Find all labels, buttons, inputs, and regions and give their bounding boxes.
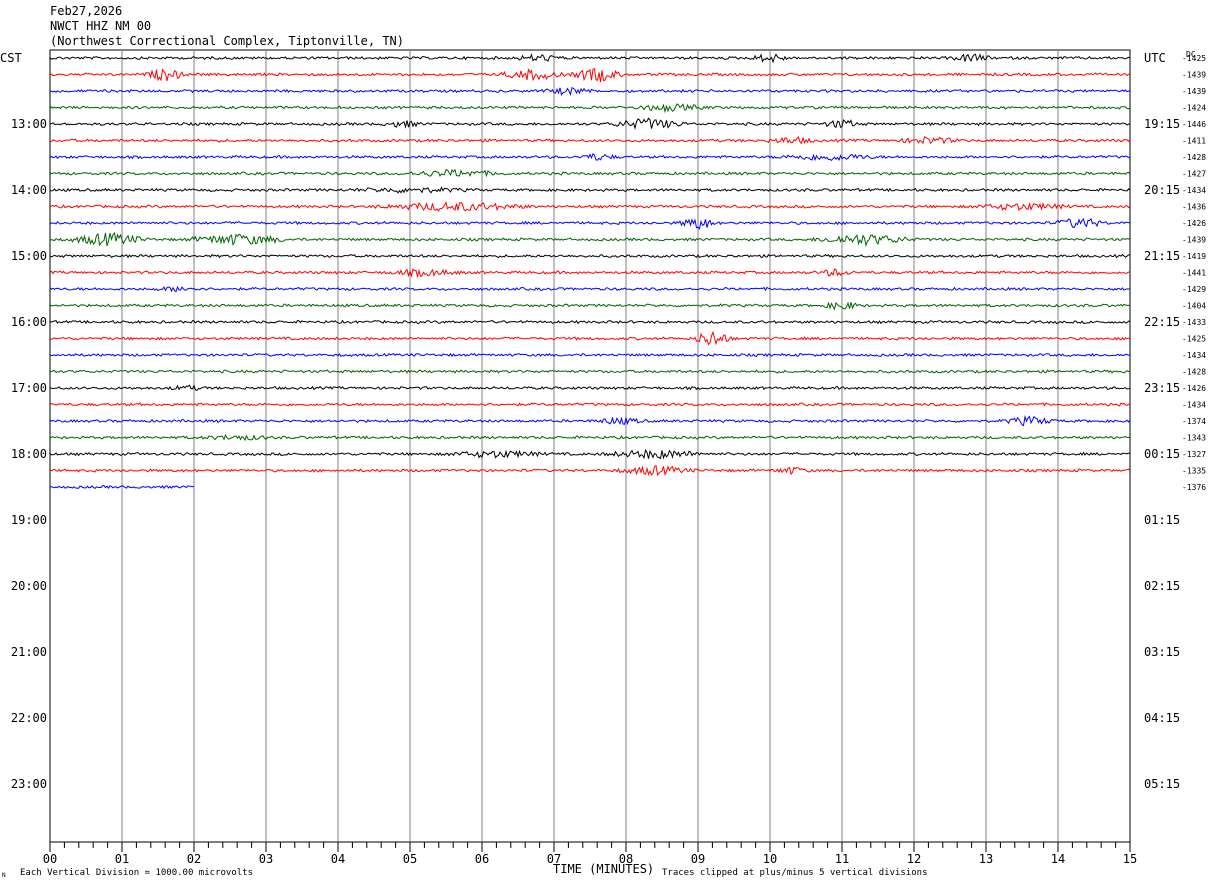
dc-offset-label: -1335 <box>1182 467 1206 476</box>
vertical-division-note: Each Vertical Division = 1000.00 microvo… <box>20 868 253 878</box>
trace-line <box>49 168 1131 178</box>
right-hour-label: 02:15 <box>1144 579 1180 593</box>
trace-line <box>49 217 1131 230</box>
trace-line <box>49 285 1131 293</box>
x-tick-label: 13 <box>979 852 993 866</box>
clip-note: Traces clipped at plus/minus 5 vertical … <box>662 868 928 878</box>
dc-offset-label: -1425 <box>1182 335 1206 344</box>
corner-mark: N <box>2 872 6 879</box>
trace-line <box>49 402 1131 407</box>
dc-offset-label: -1439 <box>1182 71 1206 80</box>
right-hour-label: 23:15 <box>1144 381 1180 395</box>
x-axis-title: TIME (MINUTES) <box>553 862 655 876</box>
dc-offset-label: -1439 <box>1182 87 1206 96</box>
trace-line <box>49 103 1131 114</box>
x-tick-label: 03 <box>259 852 273 866</box>
right-hour-label: 21:15 <box>1144 249 1180 263</box>
left-hour-label: 14:00 <box>11 183 47 197</box>
dc-offset-label: -1436 <box>1182 203 1206 212</box>
dc-offset-label: -1434 <box>1182 401 1206 410</box>
trace-line <box>49 68 1130 83</box>
dc-offset-label: -1428 <box>1182 368 1206 377</box>
trace-line <box>49 330 1130 346</box>
right-hour-label: 05:15 <box>1144 777 1180 791</box>
dc-offset-label: -1427 <box>1182 170 1206 179</box>
trace-line <box>49 117 1131 131</box>
right-hour-label: 22:15 <box>1144 315 1180 329</box>
right-hour-label: 03:15 <box>1144 645 1180 659</box>
right-zone-label: UTC <box>1144 51 1166 65</box>
right-hour-label: 20:15 <box>1144 183 1180 197</box>
left-hour-label: 16:00 <box>11 315 47 329</box>
x-tick-label: 06 <box>475 852 489 866</box>
trace-line <box>49 231 1131 248</box>
trace-line <box>49 433 1131 442</box>
trace-line <box>49 86 1131 96</box>
trace-line <box>49 319 1131 325</box>
trace-line <box>49 369 1131 374</box>
left-hour-label: 18:00 <box>11 447 47 461</box>
left-hour-label: 20:00 <box>11 579 47 593</box>
right-hour-label: 00:15 <box>1144 447 1180 461</box>
x-tick-label: 05 <box>403 852 417 866</box>
dc-offset-label: -1428 <box>1182 153 1206 162</box>
trace-line <box>49 200 1131 212</box>
dc-offset-label: -1429 <box>1182 285 1206 294</box>
trace-line <box>49 384 1131 391</box>
trace-line <box>49 186 1131 194</box>
trace-line <box>49 152 1131 162</box>
x-tick-label: 12 <box>907 852 921 866</box>
left-hour-label: 21:00 <box>11 645 47 659</box>
dc-offset-label: -1343 <box>1182 434 1206 443</box>
trace-line <box>49 448 1131 460</box>
left-hour-label: 22:00 <box>11 711 47 725</box>
trace-line <box>49 136 1131 145</box>
x-tick-label: 02 <box>187 852 201 866</box>
trace-line <box>49 268 1131 279</box>
trace-line <box>49 414 1131 427</box>
right-hour-label: 01:15 <box>1144 513 1180 527</box>
dc-offset-label: -1441 <box>1182 269 1206 278</box>
left-hour-label: 23:00 <box>11 777 47 791</box>
dc-offset-label: -1327 <box>1182 450 1206 459</box>
dc-offset-label: -1424 <box>1182 104 1206 113</box>
left-hour-label: 15:00 <box>11 249 47 263</box>
dc-offset-label: -1425 <box>1182 54 1206 63</box>
plot-frame <box>49 49 1131 843</box>
x-tick-label: 11 <box>835 852 849 866</box>
trace-line <box>49 253 1131 259</box>
dc-offset-label: -1419 <box>1182 252 1206 261</box>
right-hour-label: 04:15 <box>1144 711 1180 725</box>
x-tick-label: 04 <box>331 852 345 866</box>
dc-offset-label: -1446 <box>1182 120 1206 129</box>
right-hour-label: 19:15 <box>1144 117 1180 131</box>
dc-offset-label: -1434 <box>1182 186 1206 195</box>
x-tick-label: 01 <box>115 852 129 866</box>
dc-offset-label: -1434 <box>1182 351 1206 360</box>
helicorder-plot: 00 01 02 03 04 05 06 07 08 09 10 11 12 13 14 15CST13:00… <box>0 49 1206 866</box>
x-tick-label: 15 <box>1123 852 1137 866</box>
trace-line <box>49 53 1131 64</box>
left-hour-label: 19:00 <box>11 513 47 527</box>
dc-offset-label: -1404 <box>1182 302 1206 311</box>
x-tick-label: 09 <box>691 852 705 866</box>
dc-offset-label: -1433 <box>1182 318 1206 327</box>
trace-line <box>49 301 1131 311</box>
x-tick-label: 10 <box>763 852 777 866</box>
dc-offset-label: -1374 <box>1182 417 1206 426</box>
trace-line <box>49 464 1131 477</box>
left-zone-label: CST <box>0 51 22 65</box>
dc-offset-label: -1439 <box>1182 236 1206 245</box>
dc-offset-label: -1411 <box>1182 137 1206 146</box>
x-tick-label: 00 <box>43 852 57 866</box>
dc-offset-label: -1426 <box>1182 384 1206 393</box>
trace-line <box>49 352 1131 358</box>
dc-offset-label: -1376 <box>1182 483 1206 492</box>
left-hour-label: 17:00 <box>11 381 47 395</box>
dc-offset-label: -1426 <box>1182 219 1206 228</box>
x-tick-label: 14 <box>1051 852 1065 866</box>
left-hour-label: 13:00 <box>11 117 47 131</box>
